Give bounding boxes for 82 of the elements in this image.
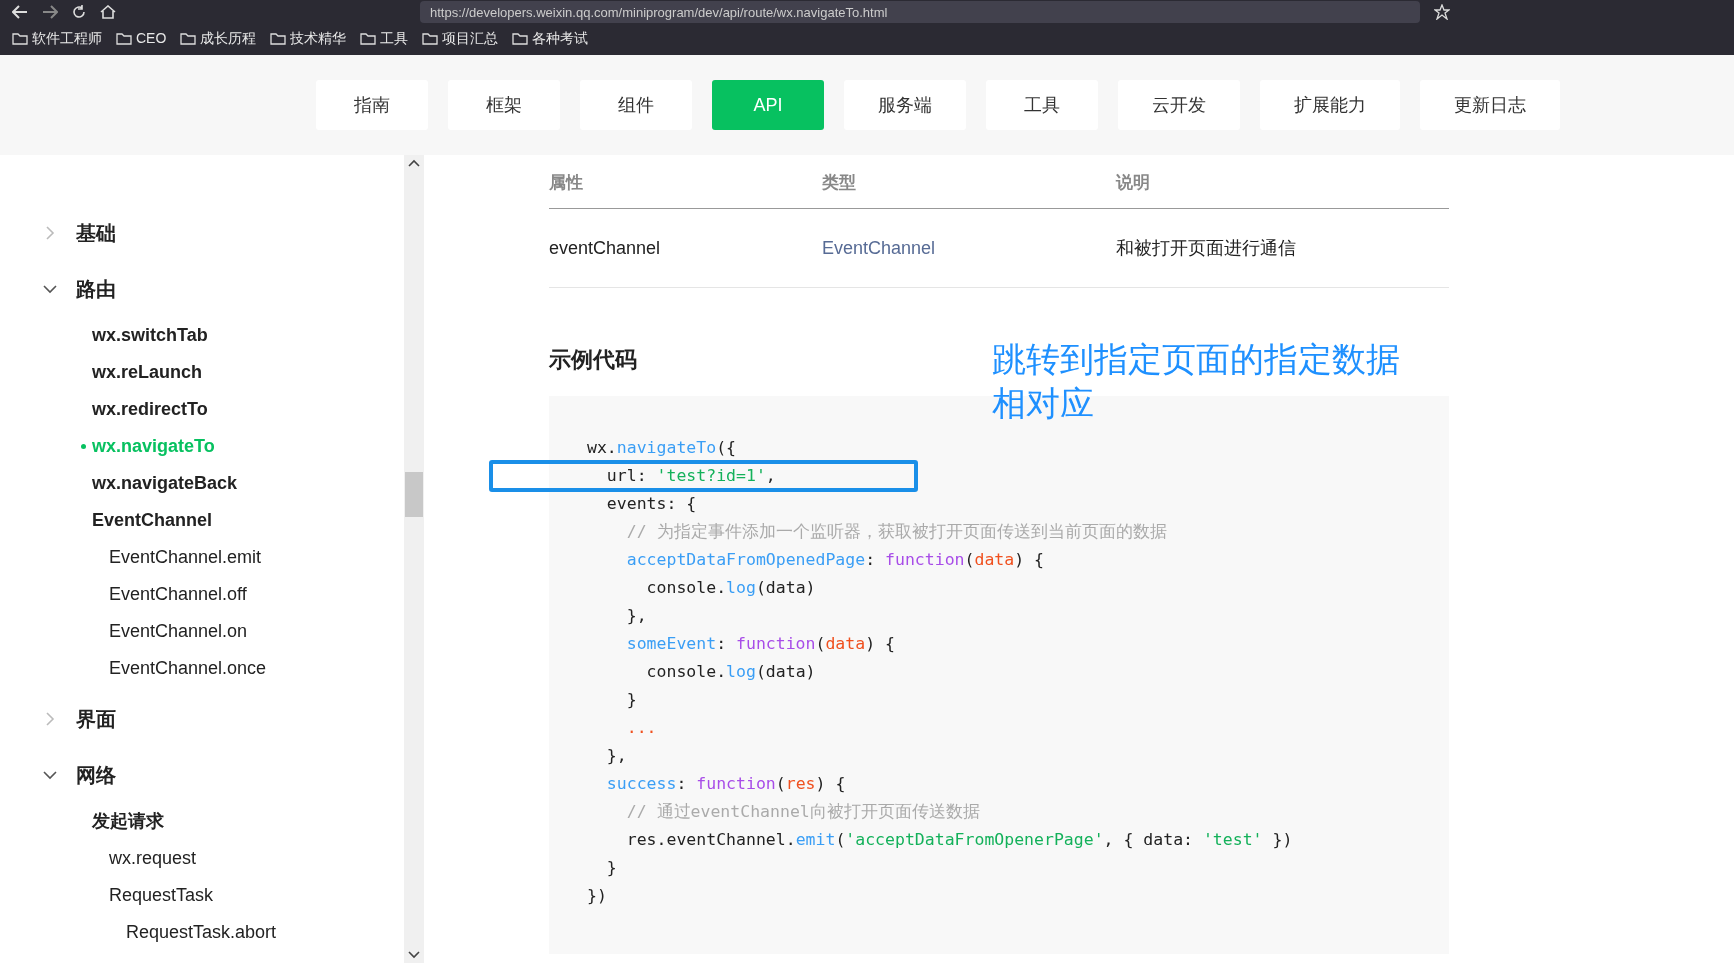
sidebar-link[interactable]: wx.request — [109, 845, 197, 872]
table-cell: eventChannel — [549, 237, 661, 258]
folder-icon — [422, 32, 439, 45]
nav-tab[interactable]: 服务端 — [844, 80, 966, 130]
nav-tab[interactable]: 扩展能力 — [1260, 80, 1400, 130]
bookmark-label: 软件工程师 — [32, 29, 102, 48]
scroll-down-icon[interactable] — [408, 951, 420, 959]
code-line: url: 'test?id=1', — [587, 462, 1449, 490]
nav-tab[interactable]: 框架 — [448, 80, 560, 130]
code-line: } — [625, 689, 638, 711]
reload-icon[interactable] — [72, 5, 86, 19]
column-header: 说明 — [1116, 171, 1150, 194]
sidebar-section[interactable]: 基础 — [76, 218, 116, 248]
nav-tab[interactable]: 工具 — [986, 80, 1098, 130]
code-line: acceptDataFromOpenedPage: function(data) { — [625, 549, 1045, 571]
code-line: events: { — [605, 493, 698, 515]
bookmark-folder[interactable]: 工具 — [360, 28, 409, 49]
sidebar-link[interactable]: EventChannel.off — [109, 581, 247, 608]
sidebar-link[interactable]: 发起请求 — [92, 808, 164, 835]
code-line: success: function(res) { — [605, 773, 847, 795]
code-line: console.log(data) — [645, 661, 817, 683]
bookmark-folder[interactable]: 成长历程 — [180, 28, 257, 49]
sidebar-section[interactable]: 界面 — [76, 704, 116, 734]
code-line: res.eventChannel.emit('acceptDataFromOpenerPage', { data: 'test' }) — [625, 829, 1294, 851]
sidebar-link[interactable]: wx.reLaunch — [92, 359, 203, 386]
nav-tab[interactable]: 指南 — [316, 80, 428, 130]
bookmark-folder[interactable]: CEO — [116, 28, 167, 49]
code-line: }, — [625, 605, 648, 627]
folder-icon — [180, 32, 197, 45]
bookmark-label: 工具 — [380, 29, 409, 48]
annotation-text: 跳转到指定页面的指定数据相对应 — [992, 339, 1401, 424]
sidebar-link[interactable]: wx.switchTab — [92, 322, 208, 349]
sidebar-section[interactable]: 路由 — [76, 274, 116, 304]
bookmark-folder[interactable]: 项目汇总 — [422, 28, 499, 49]
sidebar-link[interactable]: wx.redirectTo — [92, 396, 208, 423]
nav-tab[interactable]: 云开发 — [1118, 80, 1240, 130]
code-line: }, — [605, 745, 628, 767]
type-link[interactable]: EventChannel — [822, 237, 936, 258]
scroll-up-icon[interactable] — [408, 159, 420, 167]
sidebar-link[interactable]: wx.navigateBack — [92, 470, 238, 497]
back-icon[interactable] — [12, 5, 28, 19]
nav-tab[interactable]: 更新日志 — [1420, 80, 1560, 130]
code-line: someEvent: function(data) { — [625, 633, 896, 655]
sidebar-link[interactable]: EventChannel.on — [109, 618, 248, 645]
code-line: wx.navigateTo({ — [587, 437, 738, 459]
bookmark-folder[interactable]: 软件工程师 — [12, 28, 102, 49]
folder-icon — [270, 32, 287, 45]
address-field[interactable]: https://developers.weixin.qq.com/miniprogram/dev/api/route/wx.navigateTo.html — [420, 1, 1420, 23]
sidebar-link[interactable]: EventChannel.emit — [109, 544, 262, 571]
bookmark-label: 技术精华 — [290, 29, 347, 48]
bookmark-label: 成长历程 — [200, 29, 257, 48]
home-icon[interactable] — [100, 5, 116, 19]
column-header: 属性 — [549, 171, 584, 194]
scrollbar[interactable] — [404, 155, 424, 963]
column-header: 类型 — [822, 171, 857, 194]
table-cell: 和被打开页面进行通信 — [1116, 237, 1296, 258]
star-icon[interactable] — [1434, 4, 1450, 20]
folder-icon — [512, 32, 529, 45]
code-line: // 通过eventChannel向被打开页面传送数据 — [625, 801, 981, 823]
bookmark-folder[interactable]: 各种考试 — [512, 28, 589, 49]
bookmark-label: 项目汇总 — [442, 29, 499, 48]
bookmark-label: CEO — [136, 29, 167, 48]
sidebar-link[interactable]: EventChannel.once — [109, 655, 267, 682]
code-line: } — [605, 857, 618, 879]
code-line: console.log(data) — [645, 577, 817, 599]
sidebar-section[interactable]: 网络 — [76, 760, 116, 790]
nav-tab[interactable]: 组件 — [580, 80, 692, 130]
scroll-thumb[interactable] — [405, 471, 423, 517]
sidebar-link[interactable]: RequestTask.abort — [126, 919, 277, 946]
active-dot — [80, 444, 86, 449]
section-heading: 示例代码 — [549, 346, 637, 374]
folder-icon — [360, 32, 377, 45]
forward-icon[interactable] — [42, 5, 58, 19]
code-line: ... — [625, 717, 658, 739]
folder-icon — [12, 32, 28, 45]
bookmark-label: 各种考试 — [532, 29, 589, 48]
code-line: // 为指定事件添加一个监听器，获取被打开页面传送到当前页面的数据 — [625, 521, 1168, 543]
bookmark-folder[interactable]: 技术精华 — [270, 28, 347, 49]
folder-icon — [116, 32, 132, 45]
sidebar-link[interactable]: EventChannel — [92, 507, 213, 534]
sidebar-link[interactable]: RequestTask — [109, 882, 214, 909]
code-line: }) — [587, 885, 608, 907]
